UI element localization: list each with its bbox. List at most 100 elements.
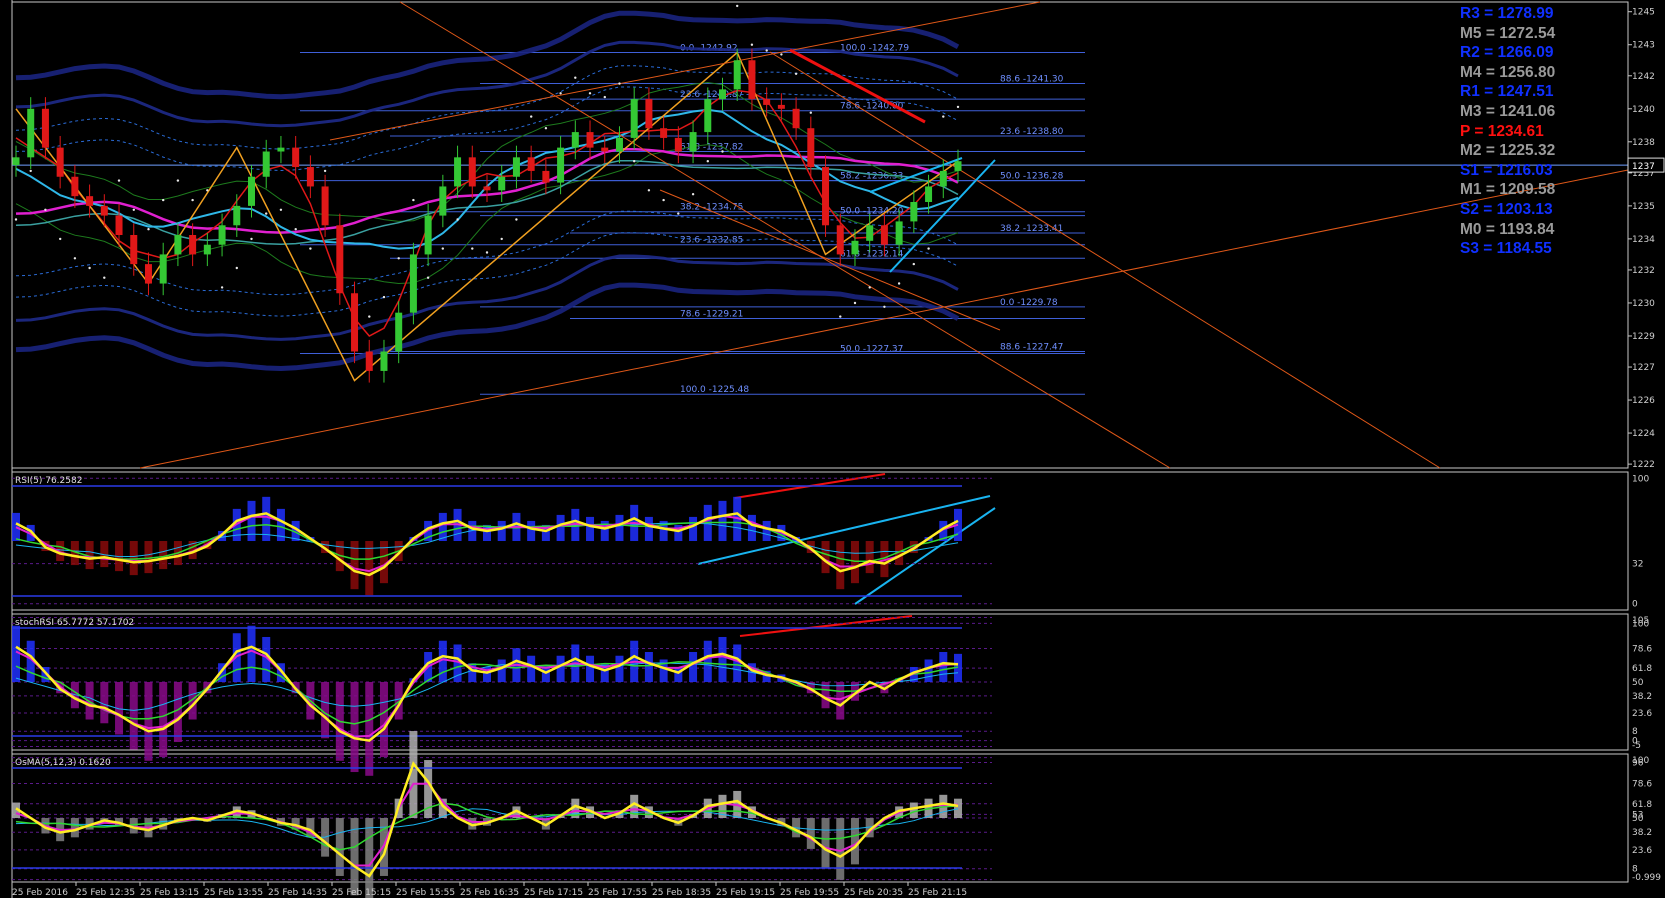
stoch-histogram-bar — [689, 651, 698, 682]
candle-body — [719, 89, 726, 100]
pivot-level: S2 = 1203.13 — [1460, 200, 1553, 218]
time-tick-label: 25 Feb 19:55 — [780, 888, 839, 898]
stoch-histogram-bar — [586, 655, 595, 682]
sar-dot — [191, 198, 194, 202]
sar-dot — [868, 286, 871, 289]
candle-body — [792, 108, 800, 129]
sar-dot — [515, 218, 518, 221]
osma-tick-label: 23.6 — [1632, 846, 1652, 856]
candle-body — [512, 157, 520, 177]
pivot-level: P = 1234.61 — [1460, 122, 1544, 140]
sar-dot — [294, 228, 297, 231]
sar-dot — [103, 276, 106, 279]
osma-histogram-bar — [821, 818, 830, 869]
rsi-histogram-bar — [747, 514, 756, 541]
candle-body — [851, 240, 859, 255]
price-tick-label: 1224 — [1632, 429, 1655, 439]
rsi-histogram-bar — [586, 516, 595, 541]
sar-dot — [736, 4, 739, 8]
candle-body — [483, 186, 491, 191]
fib-label: 50.0 -1234.20 — [840, 207, 904, 217]
candle-body — [836, 225, 844, 255]
candle-body — [748, 60, 756, 100]
sar-dot — [677, 212, 680, 215]
sar-dot — [765, 49, 768, 52]
pivot-level: R1 = 1247.51 — [1460, 83, 1554, 101]
stoch-histogram-bar — [615, 655, 624, 682]
osma-tick-label: 50 — [1632, 814, 1644, 824]
sar-dot — [485, 251, 489, 254]
price-tick-label: 1229 — [1632, 332, 1655, 342]
sar-dot — [162, 198, 165, 202]
osma-tick-label: 61.8 — [1632, 800, 1652, 810]
candle-body — [954, 161, 962, 171]
pivot-levels-panel: R3 = 1278.99 M5 = 1272.54 R2 = 1266.09 M4 =… — [1460, 4, 1610, 259]
sar-dot — [750, 43, 754, 46]
time-tick-label: 25 Feb 13:55 — [204, 888, 263, 898]
sar-dot — [897, 282, 901, 285]
trading-chart[interactable]: 0.0 -1242.92 100.0 -1242.7988.6 -1241.302… — [0, 0, 1665, 898]
candle-body — [586, 132, 594, 148]
fib-label: 88.6 -1241.30 — [1000, 75, 1064, 85]
candle-body — [910, 201, 918, 222]
sar-dot — [147, 228, 150, 231]
candle-body — [115, 215, 123, 235]
sar-dot — [368, 315, 371, 318]
pivot-level: R3 = 1278.99 — [1460, 5, 1554, 22]
candle-body — [527, 157, 535, 171]
sar-dot — [397, 257, 400, 260]
sar-dot — [323, 169, 327, 173]
stoch-histogram-bar — [497, 659, 506, 682]
sar-dot — [588, 92, 592, 95]
osma-tick-label: 96 — [1632, 758, 1644, 768]
fib-label: 50.0 -1236.28 — [1000, 172, 1064, 182]
pivot-level: M5 = 1272.54 — [1460, 24, 1556, 42]
time-tick-label: 25 Feb 17:15 — [524, 888, 583, 898]
sar-dot — [14, 218, 18, 221]
time-tick-label: 25 Feb 16:35 — [460, 888, 519, 898]
sar-dot — [574, 76, 577, 79]
rsi-histogram-bar — [527, 520, 536, 541]
candle-body — [822, 167, 830, 226]
sar-dot — [309, 247, 312, 250]
rsi-tick-label: 32 — [1632, 560, 1643, 570]
price-tick-label: 1230 — [1632, 299, 1655, 309]
candle-body — [203, 244, 211, 255]
candle-body — [71, 176, 79, 197]
price-tick-label: 1240 — [1632, 105, 1655, 115]
rsi-histogram-bar — [850, 541, 859, 584]
pivot-level: S1 = 1216.03 — [1460, 161, 1553, 179]
time-tick-label: 25 Feb 15:15 — [332, 888, 391, 898]
fib-label: 0.0 -1229.78 — [1000, 298, 1058, 308]
sar-dot — [662, 198, 665, 202]
sar-dot — [647, 189, 651, 192]
fib-label: 61.8 -1232.14 — [840, 249, 904, 259]
pivot-level: M0 = 1193.84 — [1460, 220, 1555, 238]
candle-body — [218, 225, 226, 245]
candle-body — [689, 132, 697, 152]
osma-histogram-bar — [806, 818, 815, 849]
candle-body — [306, 167, 314, 187]
candle-body — [468, 157, 476, 187]
rsi-histogram-bar — [365, 541, 374, 596]
sar-dot — [794, 72, 798, 76]
stoch-histogram-bar — [173, 682, 182, 743]
candle-body — [601, 147, 609, 152]
sar-dot — [176, 179, 180, 182]
stoch-tick-label: 78.6 — [1632, 644, 1652, 654]
rsi-histogram-bar — [497, 520, 506, 541]
sar-dot — [382, 295, 386, 299]
sar-dot — [706, 160, 709, 163]
rsi-histogram-bar — [762, 520, 771, 541]
rsi-histogram-bar — [159, 541, 168, 570]
sar-dot — [839, 315, 842, 318]
fib-label: 50.0 -1227.37 — [840, 344, 903, 354]
candle-body — [86, 196, 94, 206]
candle-body — [321, 186, 329, 226]
stoch-histogram-bar — [350, 682, 359, 773]
candle-body — [439, 186, 447, 216]
candle-body — [365, 351, 373, 371]
rsi-histogram-bar — [144, 541, 153, 574]
sar-dot — [691, 193, 695, 196]
sar-dot — [220, 286, 224, 289]
